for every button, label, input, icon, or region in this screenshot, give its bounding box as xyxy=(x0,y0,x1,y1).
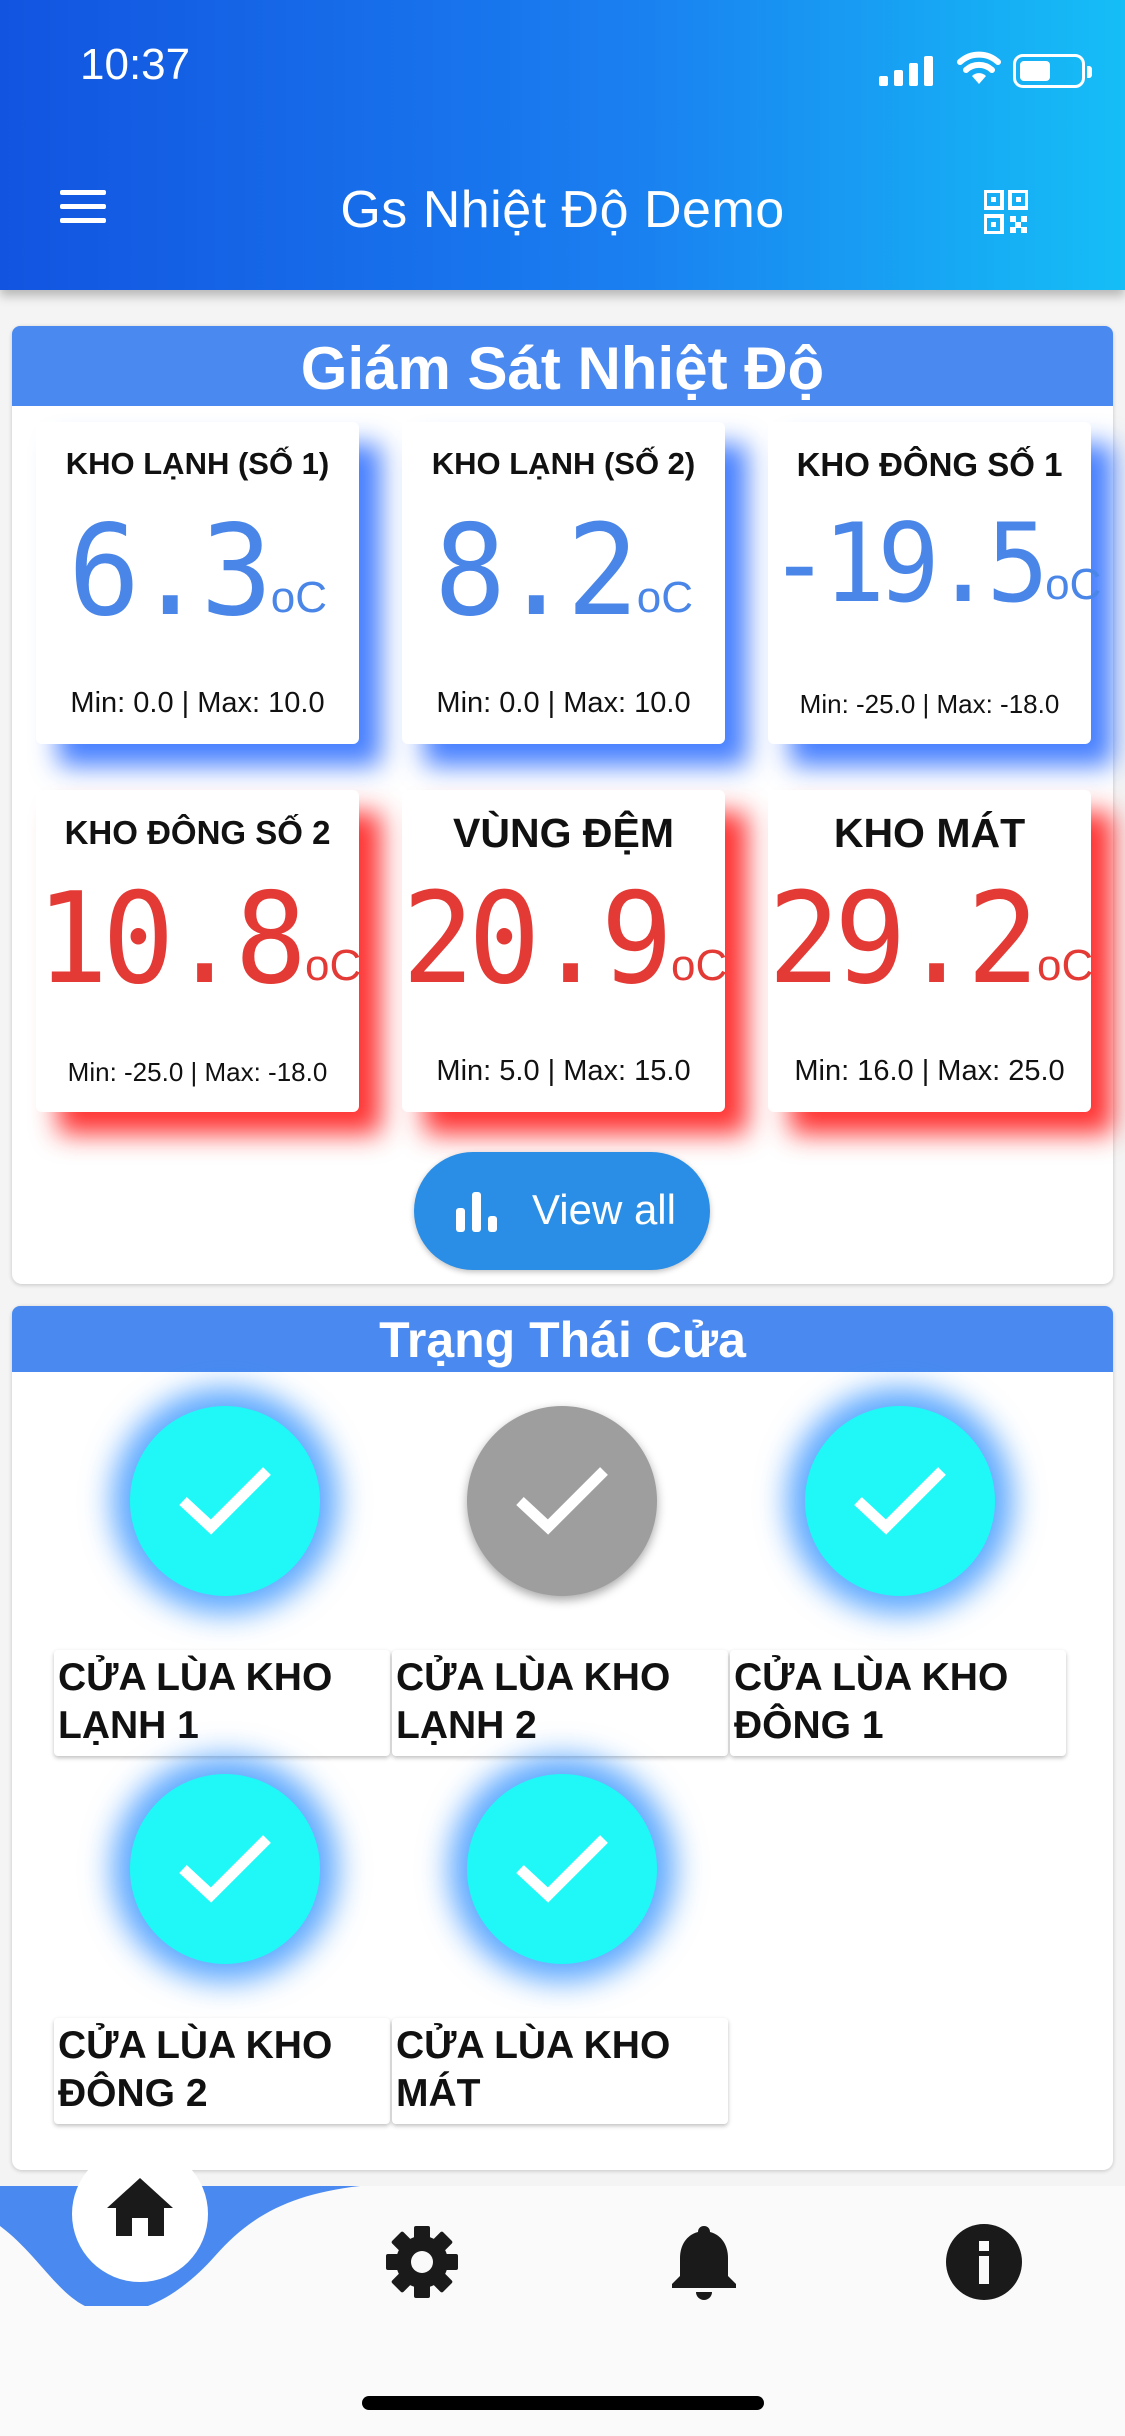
door-label: CỬA LÙA KHO ĐÔNG 1 xyxy=(730,1650,1066,1756)
door-status-toggle-kho-lanh-1[interactable] xyxy=(130,1406,320,1596)
check-icon xyxy=(516,1467,608,1535)
sensor-reading: -19.5oC xyxy=(768,498,1101,628)
sensor-value: 10.8 xyxy=(36,866,307,1013)
sensor-card-kho-lanh-2[interactable]: KHO LẠNH (SỐ 2) 8.2oC Min: 0.0 | Max: 10… xyxy=(402,422,725,744)
status-time: 10:37 xyxy=(80,40,191,89)
sensor-unit: oC xyxy=(1036,941,1094,990)
sensor-range: Min: 16.0 | Max: 25.0 xyxy=(794,1055,1065,1087)
sensor-name: KHO ĐÔNG SỐ 2 xyxy=(64,814,331,851)
sensor-unit: oC xyxy=(670,941,728,990)
sensor-value: -19.5 xyxy=(768,498,1049,628)
cellular-signal-icon xyxy=(879,54,939,86)
status-icons xyxy=(879,50,1092,90)
qr-code-icon[interactable] xyxy=(984,190,1028,234)
temperature-monitor-panel: Giám Sát Nhiệt Độ KHO LẠNH (SỐ 1) 6.3oC … xyxy=(12,326,1113,1284)
sensor-value: 20.9 xyxy=(402,866,673,1013)
sensor-reading: 20.9oC xyxy=(402,867,728,1013)
sensor-range: Min: -25.0 | Max: -18.0 xyxy=(799,689,1060,719)
home-indicator xyxy=(362,2396,764,2410)
sensor-unit: oC xyxy=(304,941,362,990)
door-label: CỬA LÙA KHO LẠNH 1 xyxy=(54,1650,390,1756)
sensor-value: 6.3 xyxy=(68,498,273,645)
sensor-name: KHO MÁT xyxy=(833,810,1026,856)
battery-icon xyxy=(1013,54,1092,88)
sensor-card-vung-dem[interactable]: VÙNG ĐỆM 20.9oC Min: 5.0 | Max: 15.0 xyxy=(402,790,728,1112)
door-status-toggle-kho-mat[interactable] xyxy=(467,1774,657,1964)
wifi-icon xyxy=(957,51,1001,84)
check-icon xyxy=(854,1467,946,1535)
check-icon xyxy=(179,1467,271,1535)
door-status-toggle-kho-dong-1[interactable] xyxy=(805,1406,995,1596)
sensor-name: KHO LẠNH (SỐ 1) xyxy=(65,446,330,481)
sensor-card-kho-dong-2[interactable]: KHO ĐÔNG SỐ 2 10.8oC Min: -25.0 | Max: -… xyxy=(36,790,362,1112)
sensor-range: Min: 0.0 | Max: 10.0 xyxy=(436,687,691,719)
nav-home-button[interactable] xyxy=(72,2146,208,2282)
sensor-reading: 6.3oC xyxy=(36,499,359,645)
app-header: 10:37 Gs Nhiệt Độ Demo xyxy=(0,0,1125,290)
door-label: CỬA LÙA KHO MÁT xyxy=(392,2018,728,2124)
info-icon[interactable] xyxy=(944,2222,1024,2302)
door-status-toggle-kho-dong-2[interactable] xyxy=(130,1774,320,1964)
door-status-panel: Trạng Thái Cửa CỬA LÙA KHO LẠNH 1 CỬA LÙ… xyxy=(12,1306,1113,2170)
temperature-panel-title: Giám Sát Nhiệt Độ xyxy=(12,326,1113,406)
sensor-name: KHO ĐÔNG SỐ 1 xyxy=(796,446,1063,483)
sensor-reading: 8.2oC xyxy=(402,499,725,645)
bar-chart-icon xyxy=(456,1192,497,1232)
sensor-reading: 29.2oC xyxy=(768,867,1094,1013)
sensor-card-kho-dong-1[interactable]: KHO ĐÔNG SỐ 1 -19.5oC Min: -25.0 | Max: … xyxy=(768,422,1101,744)
check-icon xyxy=(179,1835,271,1903)
home-icon xyxy=(107,2178,173,2236)
door-label: CỬA LÙA KHO LẠNH 2 xyxy=(392,1650,728,1756)
door-label: CỬA LÙA KHO ĐÔNG 2 xyxy=(54,2018,390,2124)
view-all-button[interactable]: View all xyxy=(414,1152,710,1270)
sensor-name: VÙNG ĐỆM xyxy=(453,810,674,856)
sensor-unit: oC xyxy=(1045,560,1102,609)
sensor-card-kho-lanh-1[interactable]: KHO LẠNH (SỐ 1) 6.3oC Min: 0.0 | Max: 10… xyxy=(36,422,359,744)
sensor-reading: 10.8oC xyxy=(36,867,362,1013)
sensor-name: KHO LẠNH (SỐ 2) xyxy=(431,446,696,481)
gear-icon[interactable] xyxy=(382,2222,462,2302)
view-all-label: View all xyxy=(532,1186,676,1233)
check-icon xyxy=(516,1835,608,1903)
door-panel-title: Trạng Thái Cửa xyxy=(12,1306,1113,1372)
sensor-unit: oC xyxy=(270,573,327,622)
sensor-range: Min: -25.0 | Max: -18.0 xyxy=(67,1057,328,1087)
sensor-card-kho-mat[interactable]: KHO MÁT 29.2oC Min: 16.0 | Max: 25.0 xyxy=(768,790,1094,1112)
sensor-range: Min: 0.0 | Max: 10.0 xyxy=(70,687,325,719)
app-title: Gs Nhiệt Độ Demo xyxy=(340,181,785,239)
door-status-toggle-kho-lanh-2[interactable] xyxy=(467,1406,657,1596)
sensor-value: 8.2 xyxy=(434,498,639,645)
bell-icon[interactable] xyxy=(664,2222,744,2302)
sensor-range: Min: 5.0 | Max: 15.0 xyxy=(436,1055,691,1087)
sensor-unit: oC xyxy=(636,573,693,622)
sensor-value: 29.2 xyxy=(768,866,1039,1013)
